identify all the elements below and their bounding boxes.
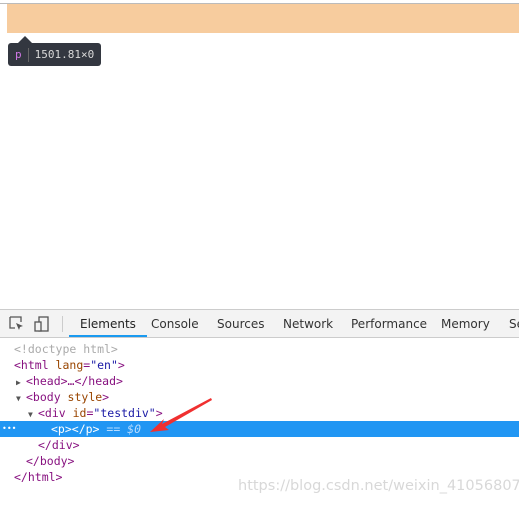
red-arrow-annotation	[150, 398, 212, 432]
watermark: https://blog.csdn.net/weixin_41056807	[238, 478, 519, 494]
